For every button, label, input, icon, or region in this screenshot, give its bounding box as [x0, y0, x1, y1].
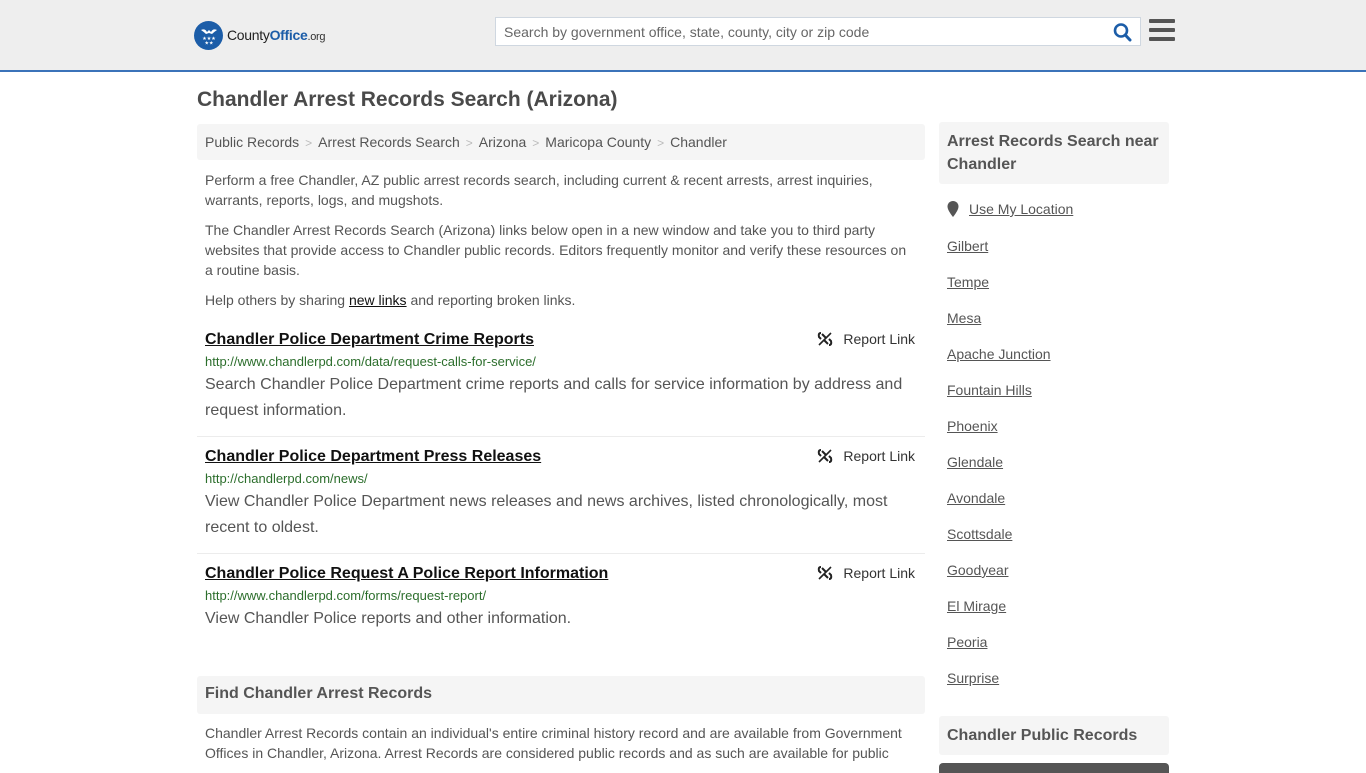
nearby-city-link[interactable]: Fountain Hills	[947, 382, 1032, 398]
nearby-city-link[interactable]: Avondale	[947, 490, 1005, 506]
nearby-city-link[interactable]: Goodyear	[947, 562, 1008, 578]
search-box	[495, 17, 1141, 46]
intro-text: Perform a free Chandler, AZ public arres…	[205, 170, 917, 320]
nearby-city-link[interactable]: Tempe	[947, 274, 989, 290]
broken-link-icon	[818, 449, 833, 463]
report-link-button[interactable]: Report Link	[817, 448, 915, 464]
result-title-link[interactable]: Chandler Police Department Crime Reports	[205, 329, 534, 351]
use-my-location-link[interactable]: Use My Location	[969, 201, 1073, 217]
nearby-city-link[interactable]: Gilbert	[947, 238, 988, 254]
page-title: Chandler Arrest Records Search (Arizona)	[197, 88, 618, 111]
map-marker-icon	[947, 201, 959, 217]
site-header: ★★★ ★★ CountyOffice.org	[0, 0, 1366, 72]
breadcrumb-chandler[interactable]: Chandler	[670, 134, 727, 150]
svg-text:★★: ★★	[204, 41, 213, 47]
result-url: http://www.chandlerpd.com/forms/request-…	[205, 588, 487, 603]
eagle-logo-icon: ★★★ ★★	[194, 20, 223, 50]
result-item: Chandler Police Request A Police Report …	[197, 563, 925, 632]
nearby-city-link[interactable]: Glendale	[947, 454, 1003, 470]
nearby-city-link[interactable]: Scottsdale	[947, 526, 1012, 542]
breadcrumb-public-records[interactable]: Public Records	[205, 134, 299, 150]
search-input[interactable]	[496, 18, 1106, 45]
breadcrumb-maricopa-county[interactable]: Maricopa County	[545, 134, 651, 150]
result-item: Chandler Police Department Crime Reports…	[197, 329, 925, 424]
divider	[197, 436, 925, 437]
divider	[197, 553, 925, 554]
report-link-label: Report Link	[843, 331, 915, 347]
result-url: http://www.chandlerpd.com/data/request-c…	[205, 354, 536, 369]
result-title-link[interactable]: Chandler Police Request A Police Report …	[205, 563, 608, 585]
nearby-city-link[interactable]: El Mirage	[947, 598, 1006, 614]
nearby-city-link[interactable]: Peoria	[947, 634, 987, 650]
nearby-city-link[interactable]: Mesa	[947, 310, 981, 326]
broken-link-icon	[818, 566, 833, 580]
report-link-button[interactable]: Report Link	[817, 331, 915, 347]
breadcrumb-separator: >	[657, 136, 665, 150]
intro-paragraph-3: Help others by sharing new links and rep…	[205, 292, 576, 308]
report-link-button[interactable]: Report Link	[817, 565, 915, 581]
new-links-link[interactable]: new links	[349, 292, 407, 308]
breadcrumb: Public Records > Arrest Records Search > Ari…	[197, 124, 925, 160]
intro-paragraph-1: Perform a free Chandler, AZ public arres…	[205, 172, 873, 208]
find-records-heading: Find Chandler Arrest Records	[197, 676, 925, 714]
result-description: View Chandler Police Department news rel…	[205, 493, 888, 536]
breadcrumb-arizona[interactable]: Arizona	[479, 134, 526, 150]
result-description: Search Chandler Police Department crime …	[205, 376, 903, 419]
intro-paragraph-2: The Chandler Arrest Records Search (Ariz…	[205, 222, 907, 278]
breadcrumb-separator: >	[465, 136, 473, 150]
result-url: http://chandlerpd.com/news/	[205, 471, 368, 486]
report-link-label: Report Link	[843, 565, 915, 581]
result-title-link[interactable]: Chandler Police Department Press Release…	[205, 446, 541, 468]
site-logo[interactable]: ★★★ ★★ CountyOffice.org	[194, 20, 326, 50]
public-records-heading: Chandler Public Records	[939, 716, 1169, 755]
result-description: View Chandler Police reports and other i…	[205, 610, 572, 627]
logo-text: CountyOffice.org	[227, 27, 326, 43]
result-item: Chandler Police Department Press Release…	[197, 446, 925, 541]
breadcrumb-separator: >	[305, 136, 313, 150]
hamburger-menu-icon[interactable]	[1149, 19, 1175, 41]
sidebar-dark-panel	[939, 763, 1169, 773]
nearby-heading: Arrest Records Search near Chandler	[939, 122, 1169, 184]
broken-link-icon	[818, 332, 833, 346]
breadcrumb-arrest-records-search[interactable]: Arrest Records Search	[318, 134, 460, 150]
nearby-city-link[interactable]: Apache Junction	[947, 346, 1051, 362]
find-records-text: Chandler Arrest Records contain an indiv…	[205, 725, 902, 761]
nearby-city-link[interactable]: Surprise	[947, 670, 999, 686]
report-link-label: Report Link	[843, 448, 915, 464]
search-icon[interactable]	[1112, 22, 1134, 42]
use-location-row: Use My Location	[947, 201, 1073, 217]
nearby-city-link[interactable]: Phoenix	[947, 418, 998, 434]
breadcrumb-separator: >	[532, 136, 540, 150]
